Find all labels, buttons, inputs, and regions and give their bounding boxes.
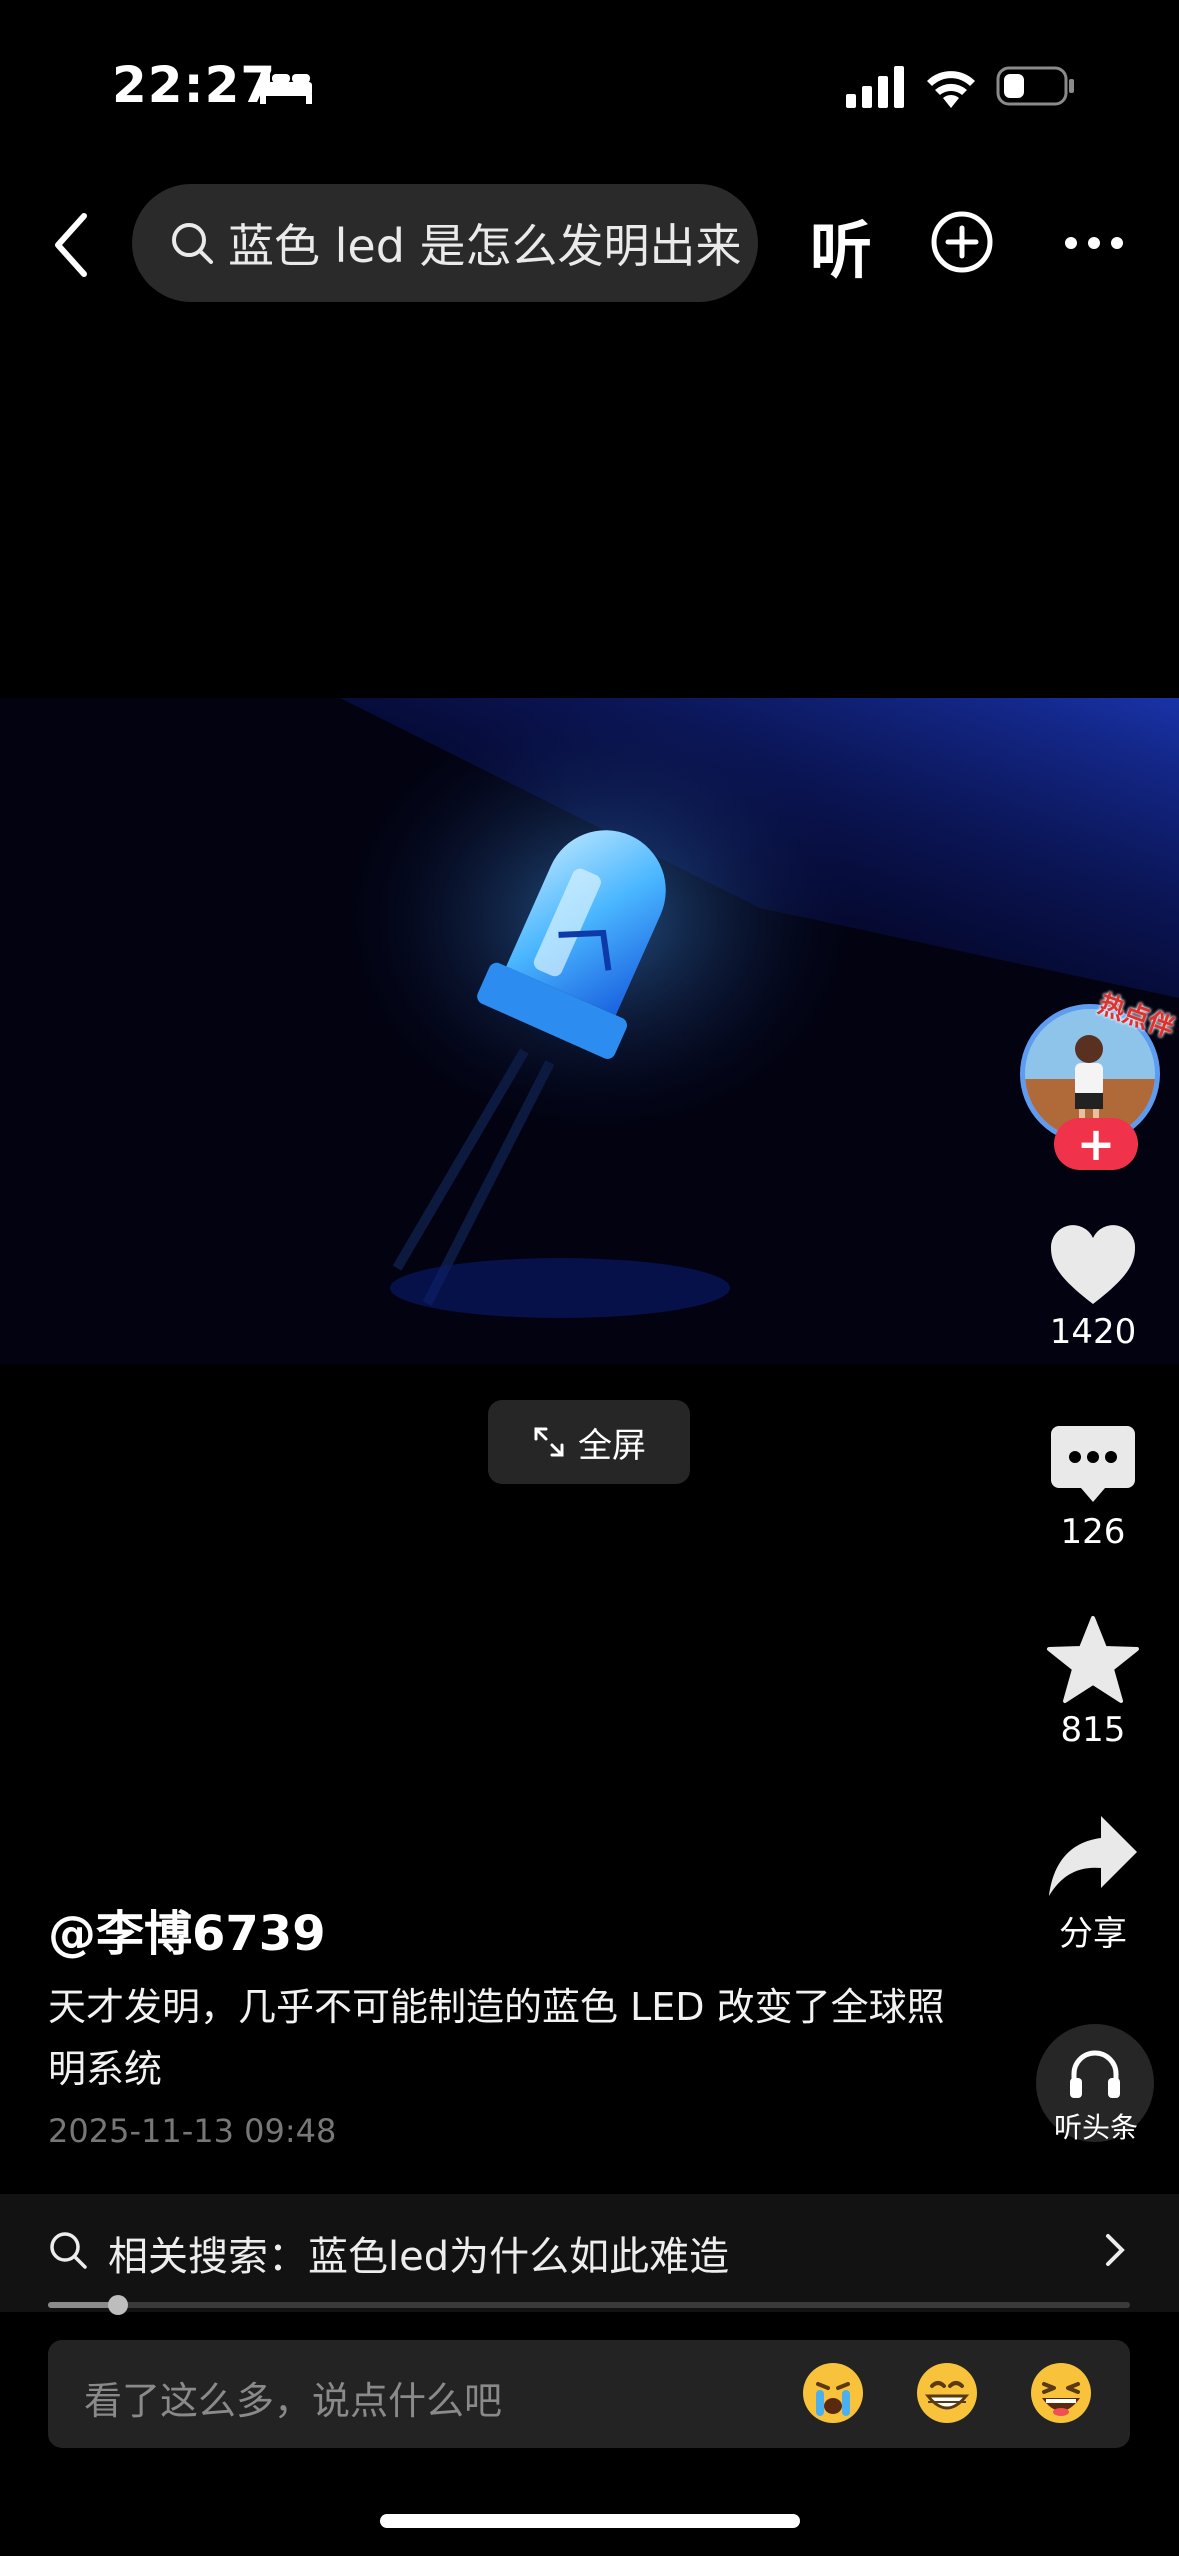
comment-count: 126 [1060,1512,1126,1552]
comment-button[interactable]: 126 [1040,1424,1146,1552]
listen-headline-label: 听头条 [1053,2111,1138,2144]
comment-input-placeholder[interactable]: 看了这么多，说点什么吧 [84,2370,502,2425]
share-label: 分享 [1059,1914,1127,1954]
chevron-right-icon [1106,2234,1125,2266]
search-bar[interactable]: 蓝色 led 是怎么发明出来 [132,184,758,302]
more-dots-icon[interactable] [1064,236,1124,250]
author-avatar-group[interactable]: 热点伴 + [1020,989,1178,1171]
crying-face-icon[interactable] [800,2360,866,2426]
playback-progress-bar[interactable] [48,2295,1130,2315]
status-time: 22:27 [112,56,277,114]
related-search-text: 相关搜索：蓝色led为什么如此难造 [108,2234,730,2280]
playback-progress-knob[interactable] [108,2295,129,2315]
laughing-face-icon[interactable] [1028,2360,1094,2426]
chevron-left-icon[interactable] [46,210,98,280]
related-search-bar[interactable]: 相关搜索：蓝色led为什么如此难造 [0,2194,1179,2312]
follow-button[interactable]: + [1054,1117,1138,1171]
heart-icon [1050,1225,1136,1304]
blue-led-video-frame [0,698,1179,1364]
bed-icon [260,72,312,104]
video-player[interactable] [0,698,1179,1364]
like-button[interactable]: 1420 [1040,1224,1146,1352]
star-icon [1047,1616,1139,1703]
fullscreen-label: 全屏 [578,1425,646,1466]
headphones-icon [1070,2050,1120,2098]
favorite-count: 815 [1060,1710,1126,1750]
cellular-signal-icon [846,66,904,108]
favorite-button[interactable]: 815 [1040,1616,1146,1750]
comment-bubble-icon [1051,1426,1135,1502]
comment-input-bar[interactable]: 看了这么多，说点什么吧 [48,2340,1130,2448]
author-name[interactable]: @李博6739 [48,1894,326,1964]
home-indicator[interactable] [380,2514,800,2528]
post-caption: 天才发明，几乎不可能制造的蓝色 LED 改变了全球照明系统 [48,1985,945,2091]
plus-circle-icon[interactable] [930,210,994,274]
like-count: 1420 [1049,1312,1137,1352]
battery-low-icon [996,66,1074,106]
listen-button[interactable]: 听 [810,200,872,290]
share-button[interactable]: 分享 [1040,1814,1146,1955]
search-query-text: 蓝色 led 是怎么发明出来 [228,219,742,273]
expand-arrows-icon [534,1427,564,1457]
share-arrow-icon [1049,1816,1137,1896]
grinning-face-icon[interactable] [914,2360,980,2426]
wifi-icon [927,71,975,108]
search-icon [50,2232,87,2269]
post-timestamp: 2025-11-13 09:48 [48,2112,337,2150]
fullscreen-button[interactable]: 全屏 [488,1400,690,1484]
search-icon [172,223,213,264]
